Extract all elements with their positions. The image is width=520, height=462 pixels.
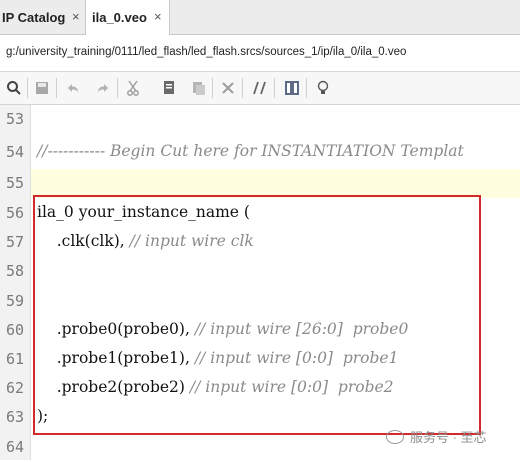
line-number: 53 [5,110,24,128]
line-number: 57 [5,233,24,251]
redo-icon[interactable] [91,76,115,100]
line-number: 60 [5,321,24,339]
code-line-current: 55 [0,169,520,198]
column-icon[interactable] [280,76,304,100]
close-icon[interactable]: × [72,9,80,24]
line-number: 55 [5,174,24,192]
tab-ip-catalog[interactable]: IP Catalog × [0,0,86,34]
code-editor[interactable]: 53 54 //----------- Begin Cut here for I… [0,105,520,460]
tab-ip-catalog-label: IP Catalog [2,9,66,25]
file-path: g:/university_training/0111/led_flash/le… [6,46,407,58]
file-path-bar: g:/university_training/0111/led_flash/le… [0,35,520,72]
search-icon[interactable] [2,76,26,100]
paste-icon[interactable] [187,76,211,100]
lightbulb-icon[interactable] [311,76,335,100]
code-line: 54 //----------- Begin Cut here for INST… [0,138,520,167]
cut-icon[interactable] [121,76,145,100]
editor-toolbar [0,72,520,105]
line-number: 63 [5,408,24,426]
wechat-icon [386,429,404,444]
tab-ila-0-veo[interactable]: ila_0.veo × [86,0,170,35]
line-number: 59 [5,292,24,310]
line-number: 54 [5,143,24,161]
code-line: 53 [0,105,520,134]
line-number: 62 [5,379,24,397]
undo-icon[interactable] [61,76,85,100]
line-number: 61 [5,350,24,368]
tab-ila-0-veo-label: ila_0.veo [92,10,147,25]
line-number: 56 [5,204,24,222]
annotation-highlight-box [33,195,481,435]
code-comment: //----------- Begin Cut here for INSTANT… [37,142,464,160]
current-line-highlight [31,169,520,198]
watermark: 服务号 · 至芯 [386,427,487,446]
line-number: 64 [5,438,24,456]
line-number: 58 [5,262,24,280]
tab-bar: IP Catalog × ila_0.veo × [0,0,520,35]
close-icon[interactable]: × [154,9,162,24]
code-text: //----------- Begin Cut here for INSTANT… [37,142,464,160]
delete-icon[interactable] [216,76,240,100]
watermark-text: 服务号 · 至芯 [410,430,487,445]
save-icon[interactable] [30,76,54,100]
copy-icon[interactable] [157,76,181,100]
comment-icon[interactable] [248,76,272,100]
